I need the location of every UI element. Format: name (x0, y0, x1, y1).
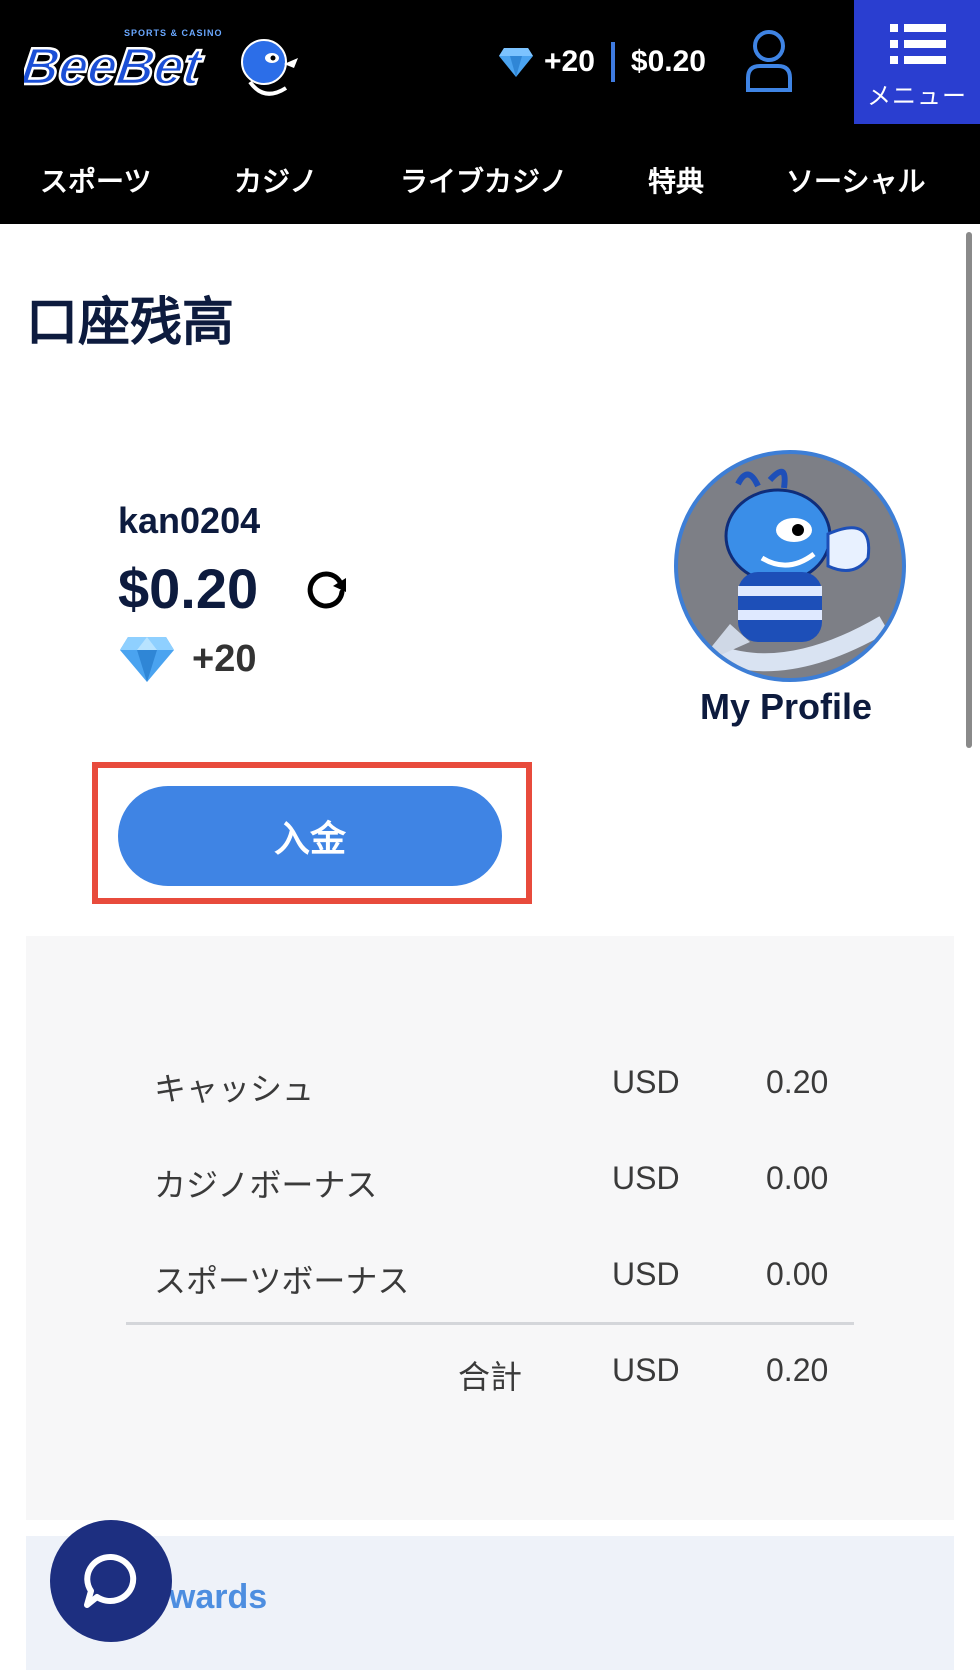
header-balance[interactable]: +20 $0.20 (498, 40, 706, 84)
account-points: +20 (118, 634, 256, 684)
row-currency: USD (612, 1160, 680, 1196)
user-icon[interactable] (744, 28, 794, 94)
scrollbar[interactable] (966, 232, 972, 748)
table-row: カジノボーナス USD 0.00 (126, 1160, 829, 1204)
diamond-icon (118, 634, 176, 684)
chat-button[interactable] (50, 1520, 172, 1642)
row-currency: USD (612, 1352, 680, 1388)
nav-item-sports[interactable]: スポーツ (40, 160, 151, 200)
menu-button[interactable]: メニュー (854, 0, 980, 124)
menu-icon (890, 24, 946, 64)
points-value: +20 (192, 637, 257, 680)
header-balance-amount: $0.20 (630, 45, 706, 78)
table-divider (126, 1322, 854, 1325)
diamond-icon (498, 46, 534, 78)
row-value: 0.00 (766, 1256, 829, 1292)
nav-item-promotions[interactable]: 特典 (648, 160, 704, 200)
row-value: 0.20 (766, 1064, 829, 1100)
avatar[interactable] (674, 450, 906, 682)
my-profile-link[interactable]: My Profile (700, 686, 872, 728)
row-value: 0.20 (766, 1352, 829, 1388)
beebet-logo[interactable]: SPORTS & CASINO BeeBet (16, 22, 304, 104)
row-currency: USD (612, 1064, 680, 1100)
chat-icon (84, 1553, 137, 1608)
separator (610, 42, 615, 82)
page-title: 口座残高 (26, 293, 235, 353)
row-label-total: 合計 (458, 1358, 523, 1396)
row-label-sports-bonus: スポーツボーナス (154, 1262, 410, 1300)
svg-text:SPORTS & CASINO: SPORTS & CASINO (124, 28, 223, 38)
refresh-icon[interactable] (302, 564, 350, 612)
table-row: キャッシュ USD 0.20 (126, 1064, 829, 1108)
nav-item-social[interactable]: ソーシャル (786, 160, 925, 200)
nav-item-casino[interactable]: カジノ (234, 160, 317, 200)
deposit-button[interactable]: 入金 (118, 786, 502, 886)
account-balance: $0.20 (118, 557, 259, 620)
balance-table (26, 936, 954, 1520)
row-value: 0.00 (766, 1160, 829, 1196)
table-row: スポーツボーナス USD 0.00 (126, 1256, 829, 1300)
menu-label: メニュー (867, 82, 967, 110)
svg-text:BeeBet: BeeBet (24, 38, 207, 96)
nav-item-live-casino[interactable]: ライブカジノ (400, 160, 567, 200)
row-currency: USD (612, 1256, 680, 1292)
top-bar: SPORTS & CASINO BeeBet +20 $0.20 メニュー (0, 0, 980, 136)
category-nav: スポーツ カジノ ライブカジノ 特典 ソーシャル (0, 136, 980, 224)
header-points: +20 (544, 45, 595, 78)
table-row-total: 合計 USD 0.20 (126, 1352, 829, 1396)
username: kan0204 (118, 500, 261, 541)
row-label-cash: キャッシュ (154, 1070, 315, 1108)
row-label-casino-bonus: カジノボーナス (154, 1166, 378, 1204)
